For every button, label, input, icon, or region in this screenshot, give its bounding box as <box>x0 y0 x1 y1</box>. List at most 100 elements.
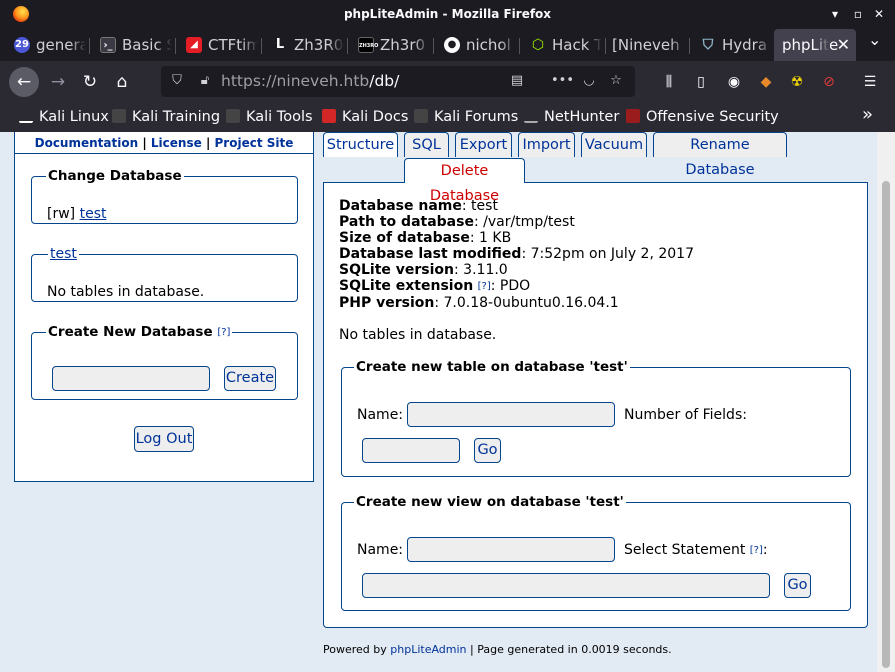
reload-icon[interactable]: ↻ <box>75 67 105 97</box>
link-separator: | <box>205 136 211 150</box>
offsec-icon <box>626 109 640 123</box>
bookmark-star-icon[interactable]: ☆ <box>608 73 624 89</box>
tab-structure[interactable]: Structure <box>323 132 398 157</box>
table-name-input[interactable] <box>407 402 615 427</box>
tracking-shield-icon[interactable]: ⛉ <box>169 73 185 89</box>
bookmark-kali-forums[interactable]: Kali Forums <box>414 107 518 127</box>
bookmark-kali-training[interactable]: Kali Training <box>112 107 220 127</box>
bookmark-label: Kali Tools <box>246 109 313 125</box>
tab-sql[interactable]: SQL <box>404 132 449 157</box>
cube-icon: ⬡ <box>531 37 545 53</box>
bookmark-kali-tools[interactable]: Kali Tools <box>226 107 313 127</box>
reader-view-icon[interactable]: ▤ <box>509 73 525 89</box>
bookmark-label: NetHunter <box>544 109 620 125</box>
tab-zh3r0-b[interactable]: ZH3RO Zh3r0 <box>350 29 430 61</box>
insecure-lock-icon[interactable]: 🔓︎ <box>197 73 213 89</box>
tab-import[interactable]: Import <box>518 132 575 157</box>
bookmark-kali-linux[interactable]: Kali Linux <box>19 107 109 127</box>
tab-hydra[interactable]: ⛉ Hydra <box>692 29 772 61</box>
maximize-window-icon[interactable]: ▫ <box>850 6 866 22</box>
pocket-icon[interactable]: ◡ <box>581 73 597 89</box>
create-table-go-button[interactable]: Go <box>474 438 501 463</box>
page-actions-icon[interactable]: ••• <box>551 73 574 89</box>
view-name-label: Name: <box>357 542 404 558</box>
noscript-icon[interactable]: ⊘ <box>820 73 838 91</box>
bookmarks-overflow-icon[interactable]: » <box>862 104 873 125</box>
bookmark-label: Kali Training <box>132 109 221 125</box>
tab-delete-database[interactable]: Delete Database <box>404 158 525 204</box>
navigation-toolbar: ← → ↻ ⌂ ⛉ 🔓︎ https://nineveh.htb/db/ ▤ •… <box>0 61 895 102</box>
select-statement-input[interactable] <box>362 573 770 598</box>
logout-button[interactable]: Log Out <box>134 426 194 452</box>
list-all-tabs-icon[interactable]: ⌄ <box>868 30 881 49</box>
no-tables-main-message: No tables in database. <box>339 327 497 343</box>
footer-suffix: | Page generated in 0.0019 seconds. <box>466 643 672 656</box>
tab-general[interactable]: 29 general <box>6 29 86 61</box>
nethunter-icon <box>524 109 538 123</box>
sqlite-extension-help-link[interactable]: [?] <box>478 281 491 292</box>
minimize-window-icon[interactable]: ▾ <box>827 6 843 22</box>
create-table-legend: Create new table on database 'test' <box>356 359 628 375</box>
no-tables-message: No tables in database. <box>47 284 205 300</box>
database-entry: [rw] test <box>47 206 106 222</box>
url-text[interactable]: https://nineveh.htb/db/ <box>221 72 399 90</box>
scrollbar-thumb[interactable] <box>882 181 890 668</box>
select-statement-help-link[interactable]: [?] <box>750 545 763 556</box>
url-bar[interactable]: ⛉ 🔓︎ https://nineveh.htb/db/ ▤ ••• ◡ ☆ <box>161 66 635 97</box>
bookmark-kali-docs[interactable]: Kali Docs <box>322 107 408 127</box>
page-scrollbar[interactable] <box>877 132 895 672</box>
app-menu-icon[interactable]: ☰ <box>861 73 879 91</box>
create-view-go-button[interactable]: Go <box>784 573 811 598</box>
back-arrow-icon[interactable]: ← <box>9 67 39 97</box>
radiation-extension-icon[interactable]: ☢ <box>788 73 806 91</box>
bookmark-offensive-security[interactable]: Offensive Security <box>626 107 779 127</box>
number-of-fields-input[interactable] <box>362 438 460 463</box>
tab-vacuum[interactable]: Vacuum <box>581 132 647 157</box>
tab-github[interactable]: ● nichol <box>436 29 516 61</box>
tables-db-link[interactable]: test <box>50 246 77 262</box>
create-database-button[interactable]: Create <box>224 366 276 391</box>
table-name-label: Name: <box>357 407 404 423</box>
forward-arrow-icon[interactable]: → <box>43 67 73 97</box>
sidebar-links: Documentation | License | Project Site <box>15 132 313 154</box>
tab-export[interactable]: Export <box>455 132 512 157</box>
view-name-input[interactable] <box>407 537 615 562</box>
library-icon[interactable]: ⫼ <box>660 73 678 91</box>
tab-phpliteadmin[interactable]: phpLite ✕ <box>774 29 856 61</box>
close-tab-icon[interactable]: ✕ <box>837 29 850 61</box>
tab-hackthebox[interactable]: ⬡ Hack T <box>522 29 602 61</box>
info-database-name: Database name: test <box>339 198 498 214</box>
extension-fox-icon[interactable]: ◆ <box>757 73 775 91</box>
kali-dragon-icon <box>112 109 126 123</box>
database-test-link[interactable]: test <box>80 206 107 222</box>
db-mode: [rw] <box>47 206 76 222</box>
documentation-link[interactable]: Documentation <box>35 136 139 150</box>
tab-strip: 29 general ›_ Basic S ◢ CTFtim L Zh3R0 Z… <box>0 29 895 61</box>
sidebar-toggle-icon[interactable]: ▯ <box>692 73 710 91</box>
tab-basic[interactable]: ›_ Basic S <box>92 29 172 61</box>
tab-zh3r0-a[interactable]: L Zh3R0 <box>264 29 344 61</box>
create-database-box: Create New Database [?] Create <box>31 324 298 400</box>
select-statement-label: Select Statement [?]: <box>624 542 768 558</box>
tab-ctftime[interactable]: ◢ CTFtim <box>178 29 258 61</box>
info-php-version: PHP version: 7.0.18-0ubuntu0.16.04.1 <box>339 295 619 311</box>
tab-rename-database[interactable]: Rename Database <box>653 132 787 178</box>
home-icon[interactable]: ⌂ <box>107 67 137 97</box>
phpliteadmin-link[interactable]: phpLiteAdmin <box>390 643 466 656</box>
info-size: Size of database: 1 KB <box>339 230 512 246</box>
number-of-fields-label: Number of Fields: <box>624 407 747 423</box>
bookmark-nethunter[interactable]: NetHunter <box>524 107 619 127</box>
url-path: /db/ <box>369 72 400 90</box>
window-titlebar: phpLiteAdmin - Mozilla Firefox ▾ ▫ ✕ <box>0 0 895 29</box>
license-link[interactable]: License <box>151 136 202 150</box>
info-last-modified: Database last modified: 7:52pm on July 2… <box>339 246 694 262</box>
create-database-help-link[interactable]: [?] <box>217 327 230 338</box>
bookmark-label: Kali Docs <box>342 109 409 125</box>
window-title: phpLiteAdmin - Mozilla Firefox <box>343 7 552 21</box>
close-window-icon[interactable]: ✕ <box>871 6 887 22</box>
account-icon[interactable]: ◉ <box>725 73 743 91</box>
new-database-name-input[interactable] <box>52 366 210 391</box>
project-site-link[interactable]: Project Site <box>215 136 294 150</box>
tab-nineveh[interactable]: [Nineveh <box>606 29 686 61</box>
ctftime-icon: ◢ <box>186 37 202 53</box>
